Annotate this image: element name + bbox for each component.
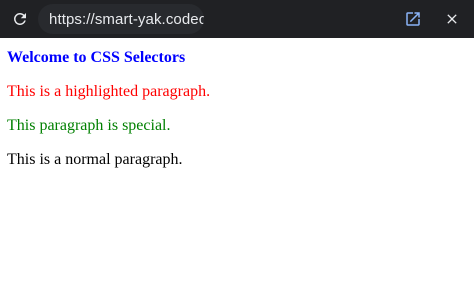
open-in-new-tab-icon [406,12,420,26]
page-heading: Welcome to CSS Selectors [7,49,186,66]
open-in-new-tab-button[interactable] [402,8,424,30]
close-icon [447,14,457,24]
special-paragraph: This paragraph is special. [7,117,171,134]
browser-toolbar: https://smart-yak.codec [0,0,474,38]
reload-button[interactable] [9,8,31,30]
url-text: https://smart-yak.codec [49,10,204,28]
highlighted-paragraph: This is a highlighted paragraph. [7,83,211,100]
normal-paragraph: This is a normal paragraph. [7,151,183,168]
reload-icon [13,12,26,25]
address-bar[interactable]: https://smart-yak.codec [38,4,204,34]
close-button[interactable] [441,8,463,30]
page-content: Welcome to CSS Selectors This is a highl… [0,38,474,289]
